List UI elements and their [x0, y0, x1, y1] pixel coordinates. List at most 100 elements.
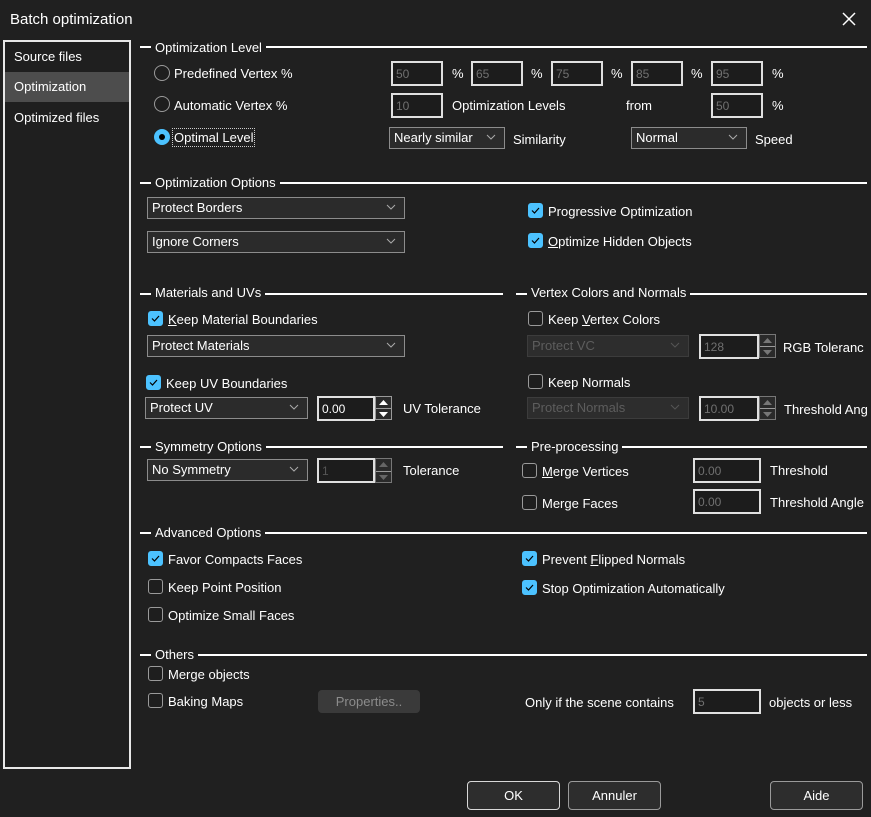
mnemonic: O: [548, 234, 559, 249]
label-threshold: Threshold: [770, 463, 828, 478]
from-percent-input[interactable]: 50: [711, 93, 763, 118]
checkbox-keep-point-position[interactable]: [148, 579, 163, 594]
label-only-if-scene-contains: Only if the scene contains: [525, 695, 674, 710]
predefined-value-4[interactable]: 85: [631, 61, 683, 86]
group-title-advanced: Advanced Options: [151, 525, 266, 540]
group-title-optimization-level: Optimization Level: [151, 40, 266, 55]
symmetry-tolerance-spinner[interactable]: [375, 458, 392, 483]
checkbox-progressive-optimization[interactable]: [528, 203, 543, 218]
uv-value: Protect UV: [150, 400, 213, 415]
radio-optimal-level[interactable]: [154, 129, 170, 145]
label-optimization-levels: Optimization Levels: [452, 98, 566, 113]
group-rule: [140, 654, 867, 656]
symmetry-tolerance-input[interactable]: 1: [317, 458, 375, 483]
corners-select[interactable]: Ignore Corners: [147, 231, 405, 253]
rgb-tolerance-spinner[interactable]: [759, 334, 776, 358]
mnemonic: V: [581, 312, 590, 327]
label-merge-objects: Merge objects: [168, 667, 250, 682]
spin-up-button[interactable]: [376, 459, 391, 471]
label-threshold-angle: Threshold Ang: [784, 402, 868, 417]
label-automatic-vertex: Automatic Vertex %: [174, 98, 288, 113]
radio-automatic-vertex[interactable]: [154, 96, 170, 112]
label-prevent-flipped-normals: Prevent Flipped Normals: [542, 552, 685, 567]
spin-down-button[interactable]: [760, 408, 775, 420]
sidebar-item-optimization[interactable]: Optimization: [5, 72, 129, 102]
close-button[interactable]: [838, 8, 860, 30]
label-speed: Speed: [755, 132, 793, 147]
percent-label: %: [691, 66, 703, 81]
label-symmetry-tolerance: Tolerance: [403, 463, 460, 478]
checkmark-icon: [151, 315, 160, 322]
checkbox-stop-optimization-automatically[interactable]: [522, 580, 537, 595]
predefined-value-1[interactable]: 50: [391, 61, 443, 86]
sidebar-item-source-files[interactable]: Source files: [5, 42, 129, 72]
ok-button[interactable]: OK: [467, 781, 560, 810]
checkbox-baking-maps[interactable]: [148, 693, 163, 708]
merge-vertices-threshold-input[interactable]: 0.00: [693, 458, 761, 483]
radio-predefined-vertex[interactable]: [154, 65, 170, 81]
label-similarity: Similarity: [513, 132, 566, 147]
arrow-up-icon: [763, 400, 772, 405]
checkbox-keep-uv-boundaries[interactable]: [146, 375, 161, 390]
checkbox-merge-faces[interactable]: [522, 495, 537, 510]
uv-tolerance-input[interactable]: 0.00: [317, 396, 375, 421]
label-from: from: [626, 98, 652, 113]
arrow-down-icon: [763, 350, 772, 355]
predefined-value-5[interactable]: 95: [711, 61, 763, 86]
cancel-button[interactable]: Annuler: [568, 781, 661, 810]
uv-select[interactable]: Protect UV: [145, 397, 308, 419]
help-button[interactable]: Aide: [770, 781, 863, 810]
mnemonic: M: [542, 464, 553, 479]
spin-up-button[interactable]: [760, 335, 775, 346]
label-uv-tolerance: UV Tolerance: [403, 401, 481, 416]
checkbox-prevent-flipped-normals[interactable]: [522, 551, 537, 566]
threshold-angle-spinner[interactable]: [759, 396, 776, 420]
checkbox-merge-objects[interactable]: [148, 666, 163, 681]
spin-down-button[interactable]: [376, 470, 391, 484]
sidebar-item-optimized-files[interactable]: Optimized files: [5, 103, 129, 133]
uv-tolerance-spinner[interactable]: [375, 396, 392, 420]
label-rgb-tolerance: RGB Toleranc: [783, 340, 864, 355]
predefined-value-3[interactable]: 75: [551, 61, 603, 86]
label-rest: ertex Colors: [589, 312, 661, 327]
vc-value: Protect VC: [532, 338, 595, 353]
label-threshold-angle: Threshold Angle: [770, 495, 864, 510]
mnemonic: K: [168, 312, 177, 327]
symmetry-select[interactable]: No Symmetry: [147, 459, 308, 481]
checkmark-icon: [531, 237, 540, 244]
checkbox-optimize-hidden-objects[interactable]: [528, 233, 543, 248]
chevron-down-icon: [728, 134, 738, 140]
checkbox-merge-vertices[interactable]: [522, 463, 537, 478]
group-title-preprocessing: Pre-processing: [527, 439, 623, 454]
borders-select[interactable]: Protect Borders: [147, 197, 405, 219]
objects-count-input[interactable]: 5: [693, 689, 761, 714]
borders-value: Protect Borders: [152, 200, 243, 215]
threshold-angle-input[interactable]: 10.00: [699, 396, 759, 421]
similarity-select[interactable]: Nearly similar: [389, 127, 505, 149]
group-title-symmetry: Symmetry Options: [151, 439, 266, 454]
label-merge-faces: Merge Faces: [542, 496, 618, 511]
optimization-levels-input[interactable]: 10: [391, 93, 443, 118]
arrow-up-icon: [379, 462, 388, 468]
vc-select[interactable]: Protect VC: [527, 335, 689, 357]
spin-down-button[interactable]: [376, 408, 391, 420]
spin-down-button[interactable]: [760, 346, 775, 358]
checkbox-keep-material-boundaries[interactable]: [148, 311, 163, 326]
normals-select[interactable]: Protect Normals: [527, 397, 689, 419]
checkbox-keep-vertex-colors[interactable]: [528, 311, 543, 326]
checkbox-favor-compact-faces[interactable]: [148, 551, 163, 566]
predefined-value-2[interactable]: 65: [471, 61, 523, 86]
spin-up-button[interactable]: [760, 397, 775, 408]
properties-button[interactable]: Properties..: [318, 690, 420, 713]
checkbox-optimize-small-faces[interactable]: [148, 607, 163, 622]
label-optimal-level: Optimal Level: [171, 128, 256, 147]
speed-select[interactable]: Normal: [631, 127, 747, 149]
checkbox-keep-normals[interactable]: [528, 374, 543, 389]
material-select[interactable]: Protect Materials: [147, 335, 405, 357]
sidebar-nav: Source files Optimization Optimized file…: [3, 40, 131, 769]
spin-up-button[interactable]: [376, 397, 391, 408]
label-baking-maps: Baking Maps: [168, 694, 244, 709]
label-predefined-vertex: Predefined Vertex %: [174, 66, 293, 81]
rgb-tolerance-input[interactable]: 128: [699, 334, 759, 359]
merge-faces-threshold-input[interactable]: 0.00: [693, 489, 761, 514]
